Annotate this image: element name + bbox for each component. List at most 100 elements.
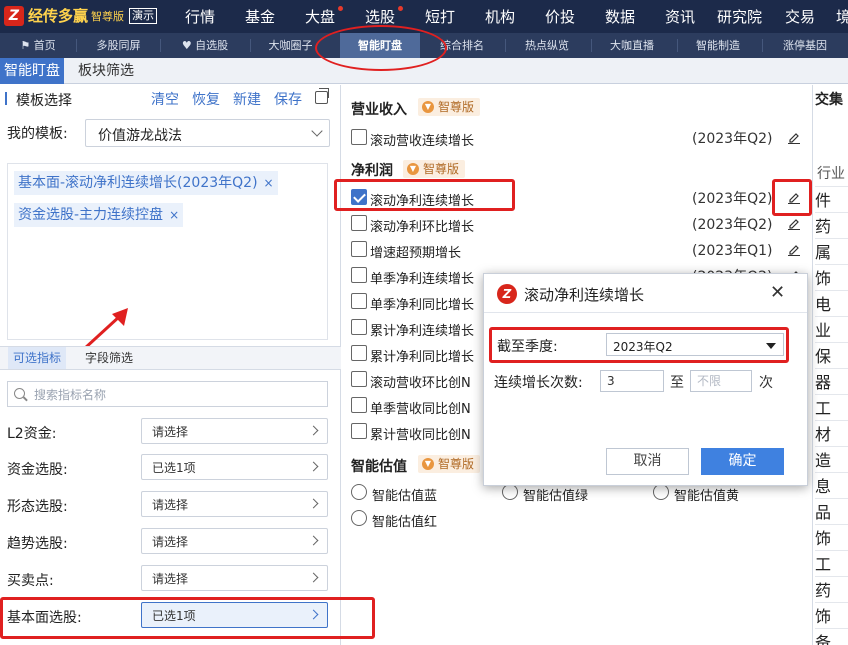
industry-cell[interactable]: 造 [815, 446, 848, 471]
industry-cell[interactable]: 电 [815, 290, 848, 315]
remove-tag-icon[interactable]: × [264, 176, 274, 190]
checkbox[interactable] [351, 319, 367, 335]
copy-icon[interactable] [315, 88, 329, 104]
result-panel-title: 交集 [815, 92, 843, 108]
industry-cell[interactable]: 饰 [815, 264, 848, 289]
industry-cell[interactable]: 工 [815, 394, 848, 419]
checkbox[interactable] [351, 397, 367, 413]
filter-select-pattern[interactable]: 请选择 [141, 491, 328, 517]
filter-select-trend[interactable]: 请选择 [141, 528, 328, 554]
filter-value: 请选择 [152, 535, 189, 549]
topnav-item-news[interactable]: 资讯 [665, 6, 695, 27]
subnav-item-hotspot[interactable]: 热点纵览 [513, 33, 581, 58]
tab-sector-filter[interactable]: 板块筛选 [74, 58, 138, 84]
remove-tag-icon[interactable]: × [169, 208, 179, 222]
edit-icon[interactable] [788, 218, 800, 230]
topnav-item-short-trade[interactable]: 短打 [425, 6, 455, 27]
subnav-item-home[interactable]: ⚑ 首页 [8, 33, 68, 58]
template-panel-title: 模板选择 [16, 93, 72, 109]
subnav-item-live[interactable]: 大咖直播 [598, 33, 666, 58]
subnav-item-limit-up[interactable]: 涨停基因 [770, 33, 840, 58]
filter-select-signal[interactable]: 请选择 [141, 565, 328, 591]
divider [677, 39, 678, 52]
industry-cell[interactable]: 保 [815, 342, 848, 367]
topnav-item-data[interactable]: 数据 [605, 6, 635, 27]
radio-button[interactable] [351, 484, 367, 500]
industry-cell[interactable]: 件 [815, 186, 848, 211]
checkbox[interactable] [351, 241, 367, 257]
result-panel: 交集 行业 件药属饰电业保器工材造息品饰工药饰备 [812, 85, 848, 645]
confirm-button[interactable]: 确定 [701, 448, 784, 475]
radio-button[interactable] [502, 484, 518, 500]
tab-smart-watch[interactable]: 智能盯盘 [0, 58, 64, 84]
filter-select-capital[interactable]: 已选1项 [141, 454, 328, 480]
save-button[interactable]: 保存 [274, 89, 302, 109]
topnav-item-research[interactable]: 研究院 [717, 6, 762, 27]
industry-cell[interactable]: 业 [815, 316, 848, 341]
subnav-item-expert-circle[interactable]: 大咖圈子 [258, 33, 323, 58]
close-icon[interactable]: ✕ [770, 282, 785, 303]
topnav-item-trade[interactable]: 交易 [785, 6, 815, 27]
checkbox[interactable] [351, 267, 367, 283]
checkbox[interactable] [351, 215, 367, 231]
industry-cell[interactable]: 备 [815, 628, 848, 645]
industry-cell[interactable]: 属 [815, 238, 848, 263]
notification-dot [398, 6, 403, 11]
subnav-item-smart-mfg[interactable]: 智能制造 [684, 33, 752, 58]
filter-select-l2[interactable]: 请选择 [141, 418, 328, 444]
filter-value: 请选择 [152, 425, 189, 439]
industry-cell[interactable]: 药 [815, 212, 848, 237]
subnav-item-multi-screen[interactable]: 多股同屏 [86, 33, 151, 58]
radio-label: 智能估值蓝 [372, 489, 438, 504]
checkbox[interactable] [351, 345, 367, 361]
radio-button[interactable] [351, 510, 367, 526]
premium-badge: ▼ 智尊版 [403, 160, 466, 178]
indicator-label: 单季净利同比增长 [370, 298, 475, 313]
search-input[interactable]: 搜索指标名称 [7, 381, 328, 407]
new-button[interactable]: 新建 [233, 89, 261, 109]
section-title-net-profit: 净利润 [351, 163, 393, 179]
radio-button[interactable] [653, 484, 669, 500]
divider [250, 39, 251, 52]
tab-available-indicators[interactable]: 可选指标 [8, 347, 67, 369]
checkbox[interactable] [351, 371, 367, 387]
subnav-item-watchlist[interactable]: ♥ 自选股 [170, 33, 240, 58]
growth-count-min-input[interactable]: 3 [600, 370, 664, 392]
cancel-button[interactable]: 取消 [606, 448, 689, 475]
indicator-label: 滚动营收连续增长 [370, 134, 475, 149]
tab-field-filter[interactable]: 字段筛选 [80, 347, 138, 369]
industry-cell[interactable]: 药 [815, 576, 848, 601]
column-header-industry[interactable]: 行业 [817, 163, 845, 183]
times-unit-label: 次 [759, 375, 773, 391]
industry-cell[interactable]: 饰 [815, 524, 848, 549]
topnav-item-overseas[interactable]: 境 [836, 6, 848, 27]
checkbox[interactable] [351, 129, 367, 145]
topnav-item-stock-picking[interactable]: 选股 [365, 6, 395, 27]
clear-button[interactable]: 清空 [151, 89, 179, 109]
my-template-select[interactable]: 价值游龙战法 [85, 119, 330, 147]
checkbox[interactable] [351, 423, 367, 439]
industry-cell[interactable]: 饰 [815, 602, 848, 627]
app-logo[interactable]: Z 经传多赢 智尊版 演示 [4, 5, 158, 26]
growth-count-max-input[interactable]: 不限 [690, 370, 752, 392]
topnav-item-value[interactable]: 价投 [545, 6, 575, 27]
industry-cell[interactable]: 品 [815, 498, 848, 523]
topnav-item-index[interactable]: 大盘 [305, 6, 335, 27]
topnav-item-market[interactable]: 行情 [185, 6, 215, 27]
edit-icon[interactable] [788, 132, 800, 144]
industry-cell[interactable]: 材 [815, 420, 848, 445]
demo-badge[interactable]: 演示 [129, 7, 158, 24]
indicator-period: (2023年Q2) [692, 191, 773, 207]
industry-cell[interactable]: 器 [815, 368, 848, 393]
checkbox[interactable] [351, 293, 367, 309]
industry-cell[interactable]: 息 [815, 472, 848, 497]
app-logo-icon: Z [497, 284, 517, 304]
badge-label: 智尊版 [423, 162, 460, 176]
topnav-item-institution[interactable]: 机构 [485, 6, 515, 27]
divider [484, 312, 807, 313]
topnav-item-fund[interactable]: 基金 [245, 6, 275, 27]
industry-cell[interactable]: 工 [815, 550, 848, 575]
restore-button[interactable]: 恢复 [192, 89, 220, 109]
filter-value: 请选择 [152, 572, 189, 586]
edit-icon[interactable] [788, 244, 800, 256]
